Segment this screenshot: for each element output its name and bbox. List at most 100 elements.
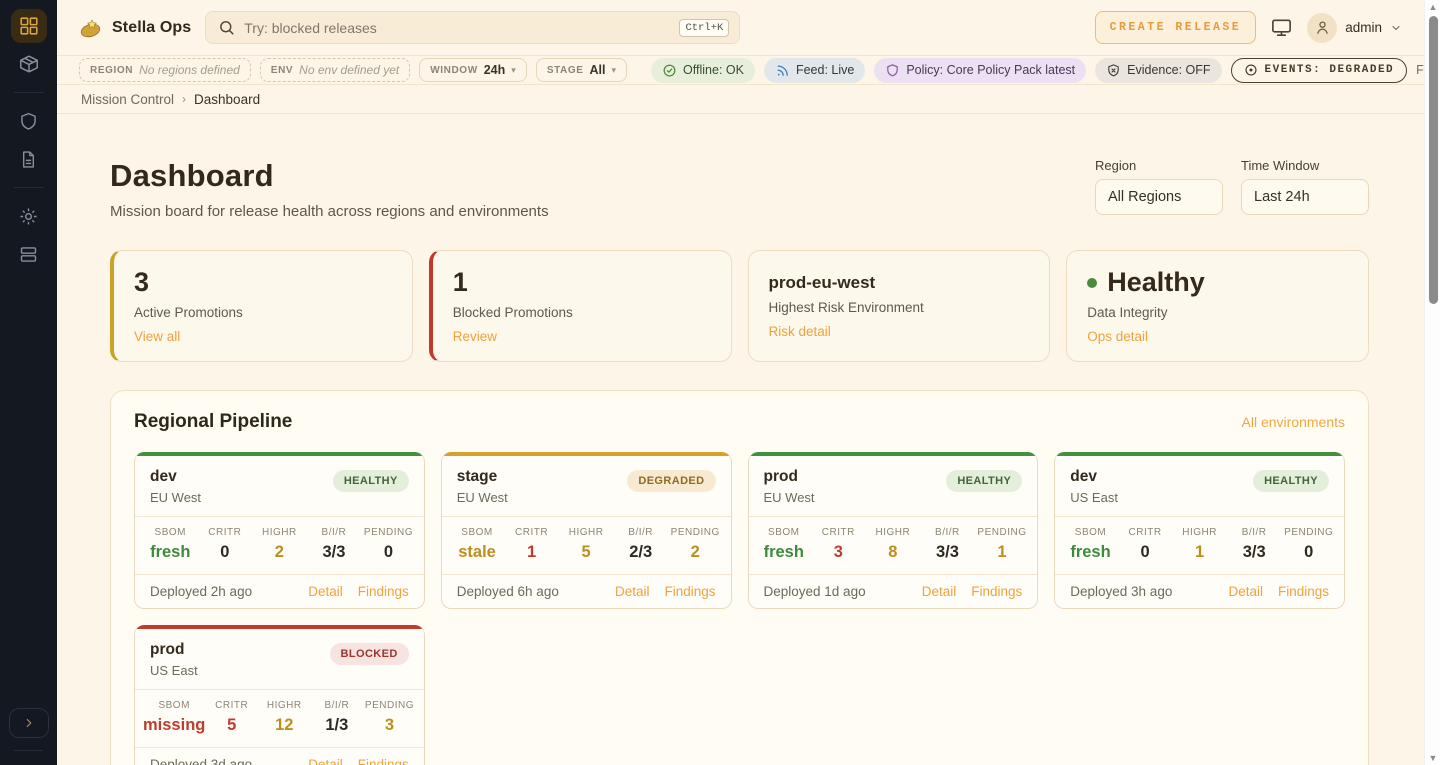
stage-dropdown[interactable]: STAGE All ▾ xyxy=(536,58,627,82)
metric-value: 0 xyxy=(361,543,416,562)
metric-label: PENDING xyxy=(1281,527,1336,538)
metric-label: SBOM xyxy=(450,527,505,538)
deployed-text: Deployed 2h ago xyxy=(150,584,252,599)
monitor-icon[interactable] xyxy=(1270,16,1293,39)
metric-label: PENDING xyxy=(975,527,1030,538)
metric-label: CRITR xyxy=(504,527,559,538)
sidebar-item-security[interactable] xyxy=(11,104,47,138)
environment-name: stage xyxy=(457,468,508,486)
pipeline-card-titles: prod EU West xyxy=(764,468,815,505)
package-icon xyxy=(18,53,40,75)
create-release-button[interactable]: CREATE RELEASE xyxy=(1095,11,1257,44)
findings-link[interactable]: Findings xyxy=(358,757,409,765)
deployed-text: Deployed 1d ago xyxy=(764,584,866,599)
summary-card-value: 1 xyxy=(453,268,711,298)
search-shortcut-kbd: Ctrl+K xyxy=(679,19,729,37)
server-icon xyxy=(18,244,39,265)
metric: B/I/R3/3 xyxy=(1227,527,1282,562)
metrics-row: SBOMfreshCRITR3HIGHR8B/I/R3/3PENDING1 xyxy=(749,516,1038,574)
shield-icon xyxy=(18,111,39,132)
search-icon xyxy=(218,19,235,36)
detail-link[interactable]: Detail xyxy=(615,584,650,599)
evidence-status-chip[interactable]: Evidence: OFF xyxy=(1095,58,1221,83)
metric: PENDING 1 xyxy=(975,527,1030,562)
detail-link[interactable]: Detail xyxy=(308,757,343,765)
detail-link[interactable]: Detail xyxy=(308,584,343,599)
metric-label: B/I/R xyxy=(920,527,975,538)
metric-label: B/I/R xyxy=(613,527,668,538)
footer-links: Detail Findings xyxy=(1228,584,1329,599)
summary-card-link[interactable]: Review xyxy=(453,329,497,344)
detail-link[interactable]: Detail xyxy=(1228,584,1263,599)
metrics-row: SBOMmissingCRITR5HIGHR12B/I/R1/3PENDING3 xyxy=(135,689,424,747)
events-status-text: EVENTS: DEGRADED xyxy=(1265,64,1395,76)
summary-card: 3Active PromotionsView all xyxy=(110,250,413,362)
metric-label: SBOM xyxy=(143,700,205,711)
metric-value: 2/3 xyxy=(613,543,668,562)
env-chip-value: No env defined yet xyxy=(299,63,399,77)
pipeline-card-header: stageEU WestDEGRADED xyxy=(442,456,731,516)
summary-card-link[interactable]: Ops detail xyxy=(1087,329,1148,344)
chevron-down-icon: ▾ xyxy=(511,65,516,76)
scrollbar-up-arrow[interactable]: ▲ xyxy=(1425,0,1440,14)
window-dropdown[interactable]: WINDOW 24h ▾ xyxy=(419,58,527,82)
metric-value: 1 xyxy=(975,543,1030,562)
metric: CRITR3 xyxy=(811,527,866,562)
summary-card-value: 3 xyxy=(134,268,392,298)
content: Dashboard Mission board for release heal… xyxy=(57,114,1424,765)
metric-value: fresh xyxy=(1063,543,1118,562)
environment-name: prod xyxy=(764,468,815,486)
summary-cards: 3Active PromotionsView all1Blocked Promo… xyxy=(110,250,1369,362)
top-bar: Stella Ops Ctrl+K CREATE RELEASE admin xyxy=(57,0,1424,56)
sidebar-item-dashboard[interactable] xyxy=(11,9,47,43)
sidebar-item-releases[interactable] xyxy=(11,47,47,81)
sidebar-bottom-divider xyxy=(14,750,43,751)
time-window-filter-select[interactable]: Last 24h xyxy=(1241,179,1369,215)
metric-label: CRITR xyxy=(198,527,253,538)
context-bar: REGION No regions defined ENV No env def… xyxy=(57,56,1424,85)
metric-value: 2 xyxy=(252,543,307,562)
policy-status-chip[interactable]: Policy: Core Policy Pack latest xyxy=(874,58,1086,83)
all-environments-link[interactable]: All environments xyxy=(1242,414,1346,430)
offline-status-chip[interactable]: Offline: OK xyxy=(651,58,755,83)
regional-pipeline-panel: Regional Pipeline All environments devEU… xyxy=(110,390,1369,765)
sidebar-item-settings[interactable] xyxy=(11,199,47,233)
sidebar-divider xyxy=(14,92,44,93)
summary-card-link[interactable]: Risk detail xyxy=(769,324,831,339)
metric: B/I/R 2/3 xyxy=(613,527,668,562)
sidebar-item-documents[interactable] xyxy=(11,142,47,176)
metric: HIGHR8 xyxy=(866,527,921,562)
summary-card-link[interactable]: View all xyxy=(134,329,180,344)
region-name: EU West xyxy=(150,490,201,505)
sidebar-collapse-button[interactable] xyxy=(9,708,49,738)
metric: PENDING0 xyxy=(361,527,416,562)
environment-name: dev xyxy=(1070,468,1118,486)
pipeline-cards: devEU WestHEALTHYSBOMfreshCRITR0HIGHR2B/… xyxy=(134,452,1345,765)
dashboard-grid-icon xyxy=(18,15,40,37)
detail-link[interactable]: Detail xyxy=(922,584,957,599)
metric-label: HIGHR xyxy=(559,527,614,538)
search-input[interactable] xyxy=(244,20,670,36)
policy-status-text: Policy: Core Policy Pack latest xyxy=(906,63,1075,77)
user-menu[interactable]: admin xyxy=(1307,13,1402,43)
findings-link[interactable]: Findings xyxy=(664,584,715,599)
shield-x-icon xyxy=(1106,63,1121,78)
findings-link[interactable]: Findings xyxy=(358,584,409,599)
page-scrollbar[interactable]: ▲ ▼ xyxy=(1424,0,1440,765)
metric-label: SBOM xyxy=(1063,527,1118,538)
region-name: EU West xyxy=(764,490,815,505)
scrollbar-down-arrow[interactable]: ▼ xyxy=(1425,751,1440,765)
breadcrumb-parent[interactable]: Mission Control xyxy=(81,92,174,107)
metric-label: CRITR xyxy=(205,700,258,711)
feed-status-chip[interactable]: Feed: Live xyxy=(764,58,865,83)
scrollbar-thumb[interactable] xyxy=(1429,16,1438,304)
findings-link[interactable]: Findings xyxy=(971,584,1022,599)
region-filter-select[interactable]: All Regions xyxy=(1095,179,1223,215)
metric-label: CRITR xyxy=(1118,527,1173,538)
region-name: EU West xyxy=(457,490,508,505)
search-bar[interactable]: Ctrl+K xyxy=(205,11,740,44)
region-name: US East xyxy=(1070,490,1118,505)
events-status-pill[interactable]: EVENTS: DEGRADED xyxy=(1231,58,1408,83)
findings-link[interactable]: Findings xyxy=(1278,584,1329,599)
sidebar-item-infrastructure[interactable] xyxy=(11,237,47,271)
